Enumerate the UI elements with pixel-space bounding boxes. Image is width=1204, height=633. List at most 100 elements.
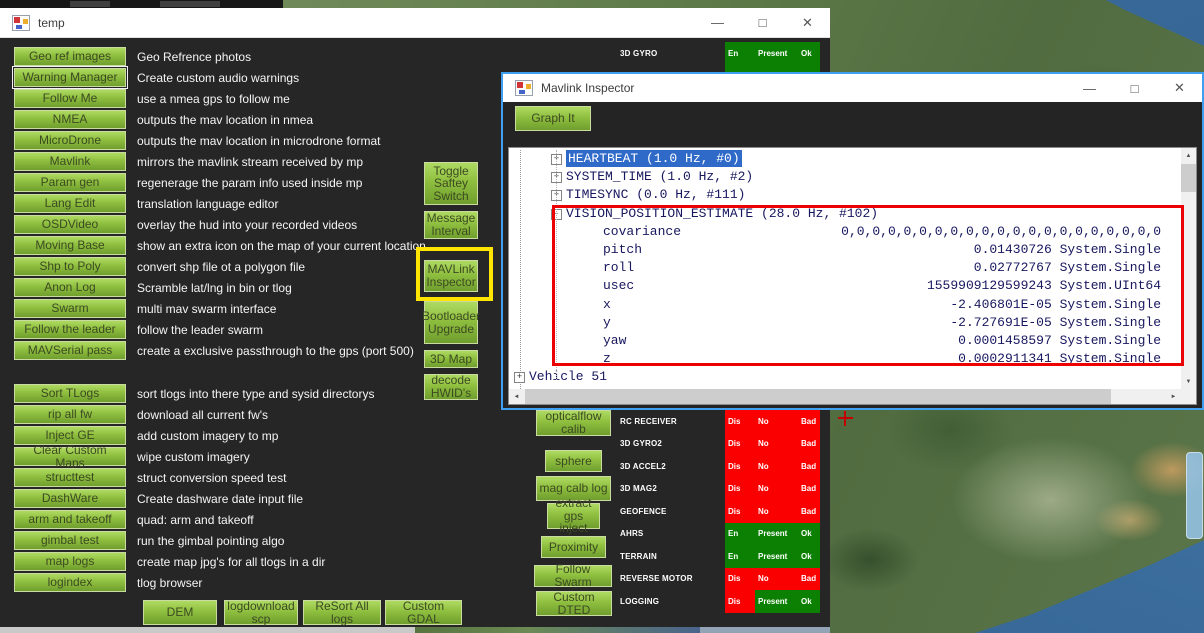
tree-expander-icon[interactable]: - <box>551 209 562 220</box>
tool-button[interactable]: map logs <box>14 552 126 571</box>
horizontal-scroll-thumb[interactable] <box>525 389 1111 404</box>
tool-description: translation language editor <box>137 197 278 211</box>
resort-all-logs-button[interactable]: ReSort All logs <box>303 600 381 625</box>
logdownload-scp-button[interactable]: logdownload scp <box>224 600 298 625</box>
inspector-titlebar[interactable]: Mavlink Inspector — □ ✕ <box>503 74 1202 102</box>
maximize-icon[interactable]: □ <box>740 15 785 30</box>
minimize-icon[interactable]: — <box>695 15 740 30</box>
mavlink-inspector-button[interactable]: MAVLink Inspector <box>424 260 478 292</box>
tree-row-label: z <box>603 351 611 366</box>
tool-button[interactable]: MicroDrone <box>14 131 126 150</box>
tool-description: multi mav swarm interface <box>137 302 276 316</box>
tool-button[interactable]: gimbal test <box>14 531 126 550</box>
app-icon <box>515 80 533 96</box>
proximity-button[interactable]: Proximity <box>541 536 606 558</box>
maximize-icon[interactable]: □ <box>1112 81 1157 96</box>
tool-button[interactable]: Shp to Poly <box>14 257 126 276</box>
extract-gps-inject-button[interactable]: extract gps inject <box>547 503 600 529</box>
scroll-up-icon[interactable]: ▲ <box>1181 148 1196 163</box>
bootloader-upgrade-button[interactable]: Bootloader Upgrade <box>424 301 478 344</box>
tool-button[interactable]: DashWare <box>14 489 126 508</box>
tree-row[interactable]: +SYSTEM_TIME (1.0 Hz, #2) <box>509 168 1181 186</box>
horizontal-scrollbar[interactable]: ◄ ► <box>509 389 1181 404</box>
tool-button[interactable]: rip all fw <box>14 405 126 424</box>
tree-row[interactable]: roll 0.02772767 System.Single <box>509 259 1181 277</box>
3d-map-button[interactable]: 3D Map <box>424 350 478 368</box>
tool-button[interactable]: Moving Base <box>14 236 126 255</box>
close-icon[interactable]: ✕ <box>1157 80 1202 96</box>
tool-button[interactable]: Follow Me <box>14 89 126 108</box>
status-health-cell: Bad <box>798 478 820 501</box>
tool-button[interactable]: Anon Log <box>14 278 126 297</box>
decode-hwids-button[interactable]: decode HWID's <box>424 374 478 400</box>
temp-titlebar[interactable]: temp — □ ✕ <box>0 8 830 38</box>
follow-swarm-button[interactable]: Follow Swarm <box>534 565 612 587</box>
mavlink-tree: +HEARTBEAT (1.0 Hz, #0) +SYSTEM_TIME (1.… <box>509 150 1181 389</box>
tool-button[interactable]: Lang Edit <box>14 194 126 213</box>
tool-description: add custom imagery to mp <box>137 429 278 443</box>
tool-button[interactable]: NMEA <box>14 110 126 129</box>
tree-row-value: 0.0002911341 System.Single <box>958 350 1161 368</box>
map-zoom-control[interactable] <box>1186 452 1203 539</box>
tree-row[interactable]: +HEARTBEAT (1.0 Hz, #0) <box>509 150 1181 168</box>
tree-row[interactable]: usec 1559909129599243 System.UInt64 <box>509 277 1181 295</box>
tree-row[interactable]: -VISION_POSITION_ESTIMATE (28.0 Hz, #102… <box>509 205 1181 223</box>
close-icon[interactable]: ✕ <box>785 15 830 31</box>
tool-button[interactable]: structtest <box>14 468 126 487</box>
tool-description: wipe custom imagery <box>137 450 250 464</box>
tree-row[interactable]: y -2.727691E-05 System.Single <box>509 314 1181 332</box>
tree-expander-icon[interactable]: + <box>551 154 562 165</box>
scroll-left-icon[interactable]: ◄ <box>509 389 524 404</box>
tree-row[interactable]: pitch 0.01430726 System.Single <box>509 241 1181 259</box>
bottom-border-map-gap <box>415 627 700 633</box>
status-list: RC RECEIVER Dis No Bad 3D GYRO2 Dis No B… <box>618 410 820 613</box>
tool-button[interactable]: Sort TLogs <box>14 384 126 403</box>
vertical-scroll-thumb[interactable] <box>1181 164 1196 192</box>
tool-row: gimbal test run the gimbal pointing algo <box>14 530 374 551</box>
tool-row: Sort TLogs sort tlogs into there type an… <box>14 383 374 404</box>
tool-button[interactable]: Clear Custom Maps <box>14 447 126 466</box>
vertical-scrollbar[interactable]: ▲ ▼ <box>1181 148 1196 389</box>
tree-expander-icon[interactable]: + <box>551 172 562 183</box>
sphere-button[interactable]: sphere <box>545 450 602 472</box>
tool-button[interactable]: Follow the leader <box>14 320 126 339</box>
tree-row-label: TIMESYNC (0.0 Hz, #111) <box>566 187 745 202</box>
tree-expander-icon[interactable]: + <box>514 372 525 383</box>
tool-button[interactable]: arm and takeoff <box>14 510 126 529</box>
status-present-cell: Present <box>755 590 798 613</box>
tool-button[interactable]: Swarm <box>14 299 126 318</box>
tool-description: outputs the mav location in nmea <box>137 113 313 127</box>
tree-row[interactable]: covariance 0,0,0,0,0,0,0,0,0,0,0,0,0,0,0… <box>509 223 1181 241</box>
status-present-cell: No <box>755 478 798 501</box>
tool-button[interactable]: Geo ref images <box>14 47 126 66</box>
tool-button[interactable]: logindex <box>14 573 126 592</box>
tree-expander-icon[interactable]: + <box>551 190 562 201</box>
dem-button[interactable]: DEM <box>143 600 217 625</box>
tree-row[interactable]: + TIMESYNC (0.0 Hz, #111) <box>509 186 1181 204</box>
tree-row[interactable]: yaw 0.0001458597 System.Single <box>509 332 1181 350</box>
scroll-right-icon[interactable]: ► <box>1166 389 1181 404</box>
tool-row: logindex tlog browser <box>14 572 374 593</box>
custom-gdal-button[interactable]: Custom GDAL <box>385 600 462 625</box>
status-health-cell: Bad <box>798 410 820 433</box>
bottom-border-segment <box>700 627 830 633</box>
tool-button[interactable]: Mavlink <box>14 152 126 171</box>
custom-dted-button[interactable]: Custom DTED <box>536 591 612 616</box>
graph-it-button[interactable]: Graph It <box>515 106 591 131</box>
opticalflow-calib-button[interactable]: opticalflow calib <box>536 410 611 436</box>
tool-button[interactable]: MAVSerial pass <box>14 341 126 360</box>
map-crosshair-icon <box>838 411 853 426</box>
tree-row[interactable]: x -2.406801E-05 System.Single <box>509 296 1181 314</box>
status-label: AHRS <box>618 523 725 546</box>
scrollbar-corner <box>1181 389 1196 404</box>
tree-row[interactable]: z 0.0002911341 System.Single <box>509 350 1181 368</box>
tool-button[interactable]: Warning Manager <box>14 68 126 87</box>
tool-button[interactable]: OSDVideo <box>14 215 126 234</box>
message-interval-button[interactable]: Message Interval <box>424 211 478 239</box>
status-present-cell: No <box>755 500 798 523</box>
tool-button[interactable]: Param gen <box>14 173 126 192</box>
toggle-safety-switch-button[interactable]: Toggle Saftey Switch <box>424 162 478 205</box>
minimize-icon[interactable]: — <box>1067 81 1112 96</box>
scroll-down-icon[interactable]: ▼ <box>1181 374 1196 389</box>
tree-row[interactable]: +Vehicle 51 <box>509 368 1181 386</box>
